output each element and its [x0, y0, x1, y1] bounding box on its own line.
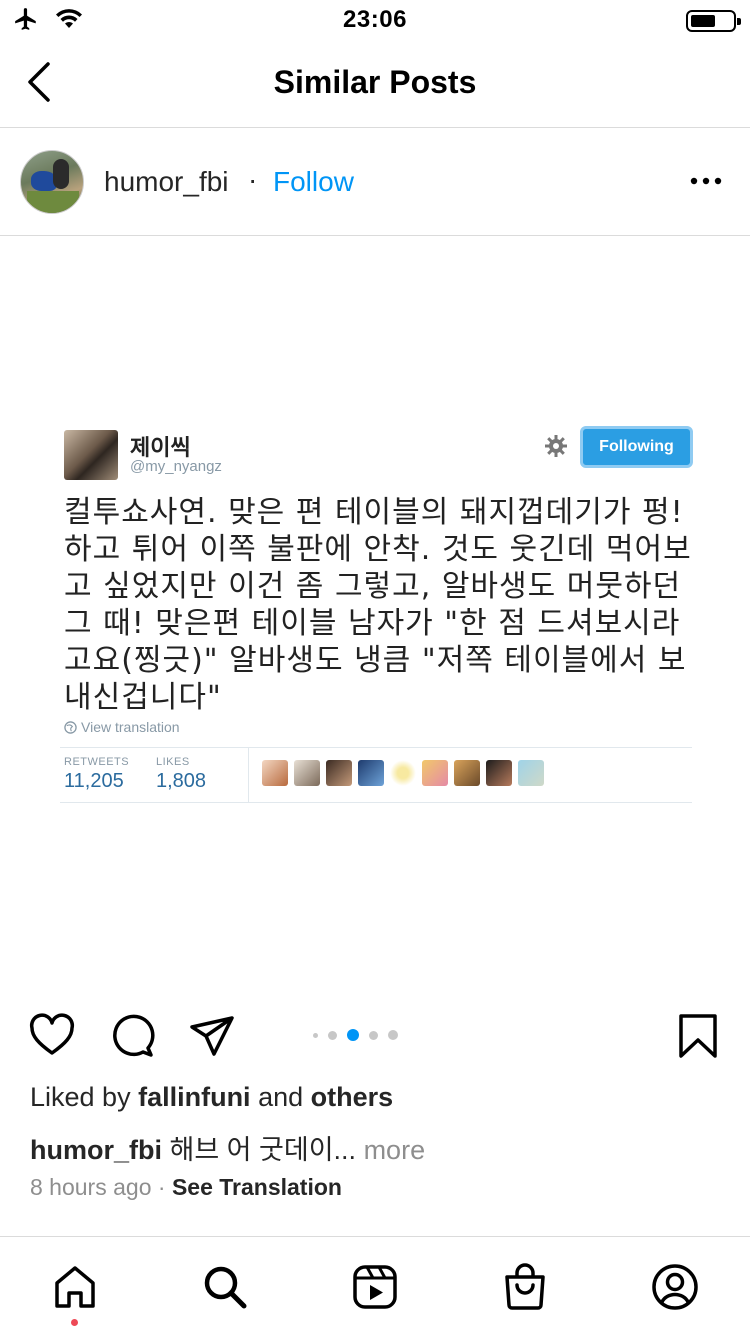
tweet-stats: RETWEETS 11,205 LIKES 1,808 — [60, 747, 692, 803]
carousel-dot — [388, 1030, 398, 1040]
liker-avatar — [326, 760, 352, 786]
tweet-following-button: Following — [580, 426, 693, 468]
page-title: Similar Posts — [273, 64, 477, 100]
nav-header: Similar Posts — [0, 40, 750, 128]
battery-icon — [686, 10, 741, 32]
shop-icon[interactable] — [501, 1263, 549, 1311]
carousel-dots — [313, 1029, 398, 1041]
home-icon[interactable] — [51, 1263, 99, 1311]
caption-username[interactable]: humor_fbi — [30, 1135, 162, 1165]
retweets-value: 11,205 — [64, 770, 124, 792]
tweet-body: 컬투쇼사연. 맞은 편 테이블의 돼지껍데기가 펑! 하고 튀어 이쪽 불판에 … — [64, 495, 692, 715]
view-translation-label: View translation — [81, 719, 180, 735]
liked-by-middle: and — [250, 1082, 311, 1112]
separator-dot: · — [248, 164, 258, 195]
carousel-dot — [313, 1032, 318, 1038]
globe-icon — [64, 720, 77, 734]
carousel-dot — [347, 1029, 359, 1041]
profile-icon[interactable] — [651, 1263, 699, 1311]
notification-dot — [71, 1319, 78, 1326]
tweet-handle: @my_nyangz — [130, 458, 222, 475]
liker-avatar — [422, 760, 448, 786]
ellipsis-icon[interactable] — [690, 176, 722, 186]
retweets-label: RETWEETS — [64, 756, 130, 768]
post-media[interactable]: 제이씩 @my_nyangz Following 컬투쇼사연. 맞은 편 테이블… — [0, 236, 750, 996]
likes-label: LIKES — [156, 756, 190, 768]
bookmark-icon[interactable] — [674, 1012, 722, 1060]
follow-button[interactable]: Follow — [273, 166, 354, 198]
see-translation-button[interactable]: See Translation — [172, 1174, 342, 1200]
tweet-view-translation: View translation — [64, 719, 180, 735]
carousel-dot — [369, 1030, 378, 1040]
stats-divider — [248, 748, 249, 802]
caption-more-button[interactable]: more — [356, 1135, 426, 1165]
liker-avatars — [262, 760, 544, 786]
liker-avatar — [518, 760, 544, 786]
liker-avatar — [294, 760, 320, 786]
tweet-avatar — [64, 430, 118, 480]
liker-avatar — [454, 760, 480, 786]
caption: humor_fbi 해브 어 굿데이... more — [30, 1128, 425, 1167]
meta-separator: · — [151, 1174, 172, 1200]
comment-icon[interactable] — [108, 1012, 156, 1060]
status-time: 23:06 — [343, 6, 407, 33]
liker-avatar — [262, 760, 288, 786]
liked-by-prefix: Liked by — [30, 1082, 139, 1112]
heart-icon[interactable] — [28, 1012, 76, 1060]
search-icon[interactable] — [201, 1263, 249, 1311]
reels-icon[interactable] — [351, 1263, 399, 1311]
liker-avatar — [486, 760, 512, 786]
retweets-stat: RETWEETS 11,205 — [64, 756, 129, 793]
likes-stat: LIKES 1,808 — [156, 756, 206, 793]
gear-icon — [545, 435, 567, 457]
post-username[interactable]: humor_fbi — [104, 166, 229, 198]
status-bar: 23:06 — [0, 0, 750, 40]
time-ago: 8 hours ago — [30, 1174, 152, 1200]
liked-by-user[interactable]: fallinfuni — [138, 1082, 250, 1112]
tab-bar — [0, 1236, 750, 1334]
liked-by[interactable]: Liked by fallinfuni and others — [30, 1082, 393, 1113]
share-icon[interactable] — [188, 1012, 236, 1060]
post-meta: 8 hours ago · See Translation — [30, 1174, 342, 1201]
post-actions — [0, 996, 750, 1072]
avatar[interactable] — [20, 150, 84, 214]
liker-avatar — [358, 760, 384, 786]
post-header: humor_fbi · Follow — [0, 128, 750, 236]
tweet-screenshot: 제이씩 @my_nyangz Following 컬투쇼사연. 맞은 편 테이블… — [60, 422, 696, 803]
liker-avatar — [390, 760, 416, 786]
likes-value: 1,808 — [156, 770, 207, 792]
caption-text: 해브 어 굿데이... — [162, 1135, 357, 1165]
carousel-dot — [328, 1030, 337, 1040]
liked-by-others[interactable]: others — [311, 1082, 394, 1112]
